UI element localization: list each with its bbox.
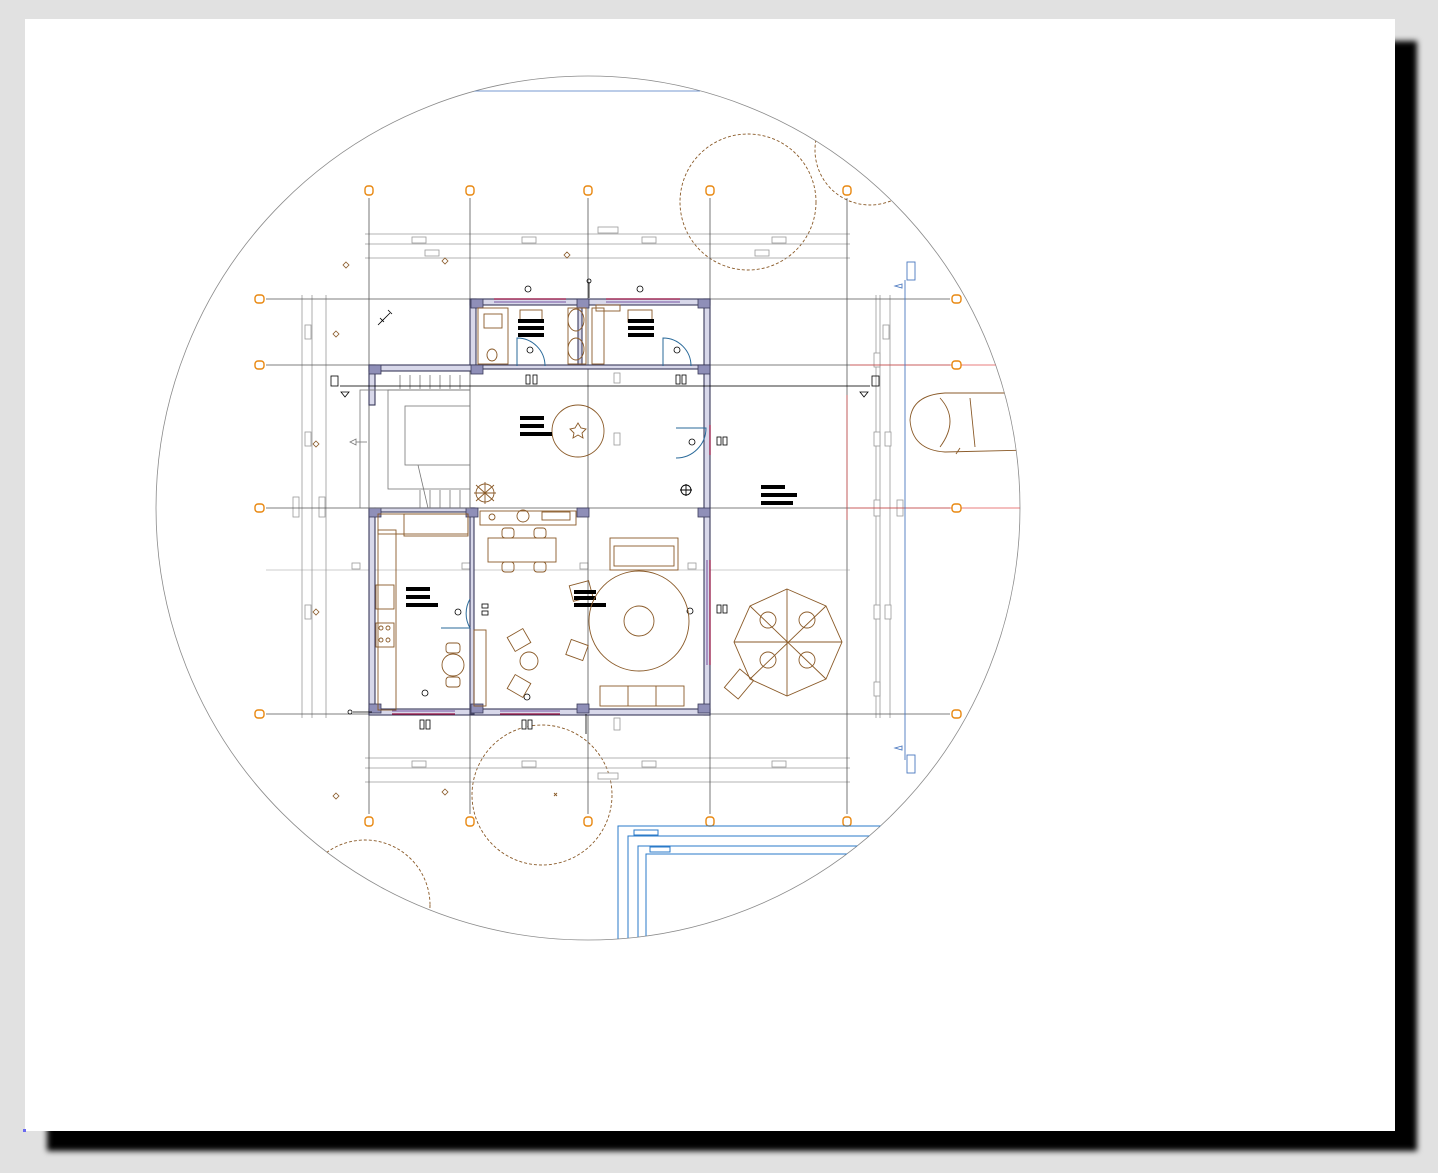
- kitchen-counter: [375, 509, 577, 711]
- dining-table-icon: [487, 527, 557, 573]
- reference-lines: [846, 364, 1020, 520]
- umbrella-table-icon: [723, 588, 843, 700]
- workspace-background: [0, 0, 1438, 1173]
- dimension-tags: [292, 226, 904, 780]
- pool-outline: [617, 825, 890, 940]
- structural-grid: [266, 198, 950, 814]
- floor-plan-canvas[interactable]: [25, 19, 1395, 1131]
- tree-icon: [814, 94, 926, 206]
- tree-icon: [299, 839, 431, 940]
- tree-icon: [471, 724, 613, 866]
- door-markers: [421, 285, 696, 701]
- bathroom-fixtures: [477, 304, 653, 365]
- floor-lamp-icon: [680, 484, 692, 496]
- window-frames: [392, 301, 708, 712]
- drawing-sheet[interactable]: [25, 19, 1395, 1131]
- chair-icon: [441, 580, 594, 707]
- room-label-dining: [574, 590, 606, 607]
- elevation-markers: [330, 278, 880, 734]
- plant-icon: [474, 482, 496, 504]
- stair-icon: [349, 375, 471, 509]
- section-marker-icon[interactable]: [893, 261, 916, 774]
- table-icon: [551, 404, 605, 458]
- room-label-upper: [520, 416, 552, 436]
- rug-icon: [588, 570, 690, 672]
- origin-marker: [23, 1129, 26, 1132]
- room-label-terrace: [761, 485, 797, 505]
- grid-bubble-icon[interactable]: [254, 185, 962, 827]
- sofa-icon: [599, 537, 685, 707]
- secondary-grid: [266, 385, 870, 571]
- room-label-kitchen: [406, 587, 438, 607]
- tree-icon: [679, 133, 817, 271]
